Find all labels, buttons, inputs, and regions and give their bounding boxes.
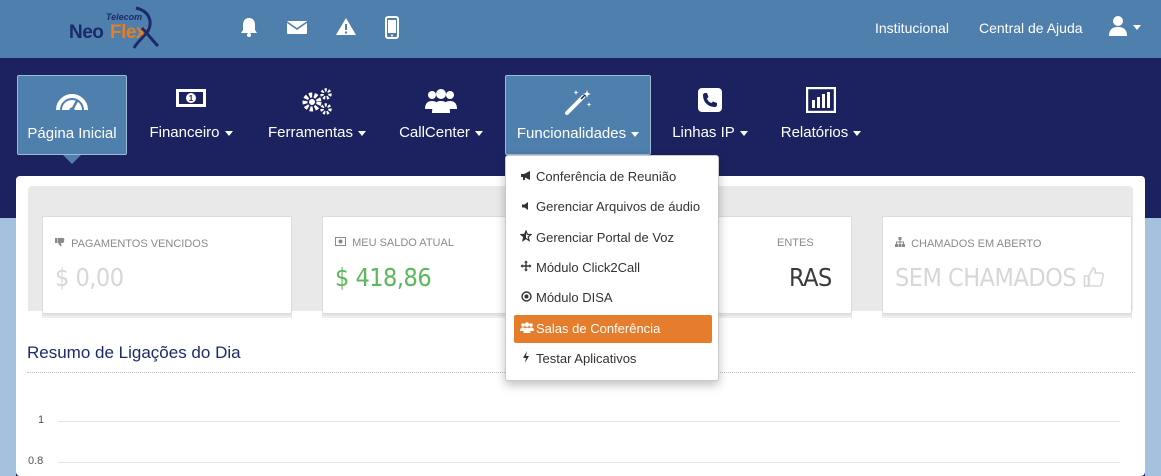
menu-item-click2call[interactable]: Módulo Click2Call	[514, 254, 712, 282]
chart-tick-1: 1	[38, 414, 45, 426]
money-icon	[335, 237, 346, 246]
overdue-payments-title: Pagamentos vencidos	[71, 238, 209, 250]
top-bar: Telecom Neo Flex Institucional Central d…	[0, 0, 1161, 58]
chevron-down-icon	[358, 130, 367, 136]
dot-circle-icon	[520, 285, 532, 313]
neoflex-logo[interactable]: Telecom Neo Flex	[66, 6, 166, 50]
nav-label-callcenter: CallCenter	[399, 124, 470, 141]
calls-summary-title: Resumo de Ligações do Dia	[27, 343, 241, 362]
user-menu-button[interactable]	[1108, 15, 1144, 41]
warning-icon[interactable]	[335, 16, 357, 40]
bullhorn-icon	[520, 164, 532, 192]
nav-item-financeiro[interactable]: 1 Financeiro	[140, 75, 242, 155]
gears-icon	[302, 88, 332, 115]
thumbs-down-icon	[55, 238, 65, 247]
arrows-icon	[520, 255, 532, 283]
envelope-icon[interactable]	[286, 16, 308, 40]
dashboard-icon	[56, 94, 88, 113]
chevron-down-icon	[224, 130, 233, 136]
magic-icon	[565, 90, 592, 115]
chevron-down-icon	[474, 130, 483, 136]
nav-item-ferramentas[interactable]: Ferramentas	[260, 75, 374, 155]
bolt-icon	[520, 346, 532, 374]
svg-text:1: 1	[189, 94, 194, 103]
nav-label-ferramentas: Ferramentas	[267, 124, 354, 141]
balance-title: Meu saldo atual	[352, 237, 454, 249]
menu-item-label: Testar Aplicativos	[536, 351, 637, 366]
partial-card-value: RAS	[789, 263, 832, 292]
funcionalidades-dropdown: Conferência de Reunião Gerenciar Arquivo…	[505, 155, 719, 381]
nav-item-funcionalidades[interactable]: Funcionalidades	[505, 75, 651, 155]
overdue-payments-card: Pagamentos vencidos $ 0,00	[42, 216, 292, 314]
nav-label-home: Página Inicial	[27, 125, 117, 142]
star-half-icon	[519, 225, 533, 253]
overdue-payments-value: $ 0,00	[55, 263, 124, 292]
institucional-link[interactable]: Institucional	[875, 20, 949, 36]
nav-label-funcionalidades: Funcionalidades	[516, 125, 627, 142]
nav-item-linhas-ip[interactable]: Linhas IP	[666, 75, 754, 155]
nav-item-relatorios[interactable]: Relatórios	[773, 75, 869, 155]
background-strip-right	[1145, 218, 1161, 476]
open-tickets-value: SEM CHAMADOS	[895, 263, 1077, 292]
open-tickets-card: Chamados em aberto SEM CHAMADOS	[882, 216, 1132, 314]
chevron-down-icon	[1133, 25, 1141, 30]
chart-tick-0-8: 0.8	[28, 455, 44, 467]
nav-item-home[interactable]: Página Inicial	[17, 75, 127, 155]
nav-item-callcenter[interactable]: CallCenter	[392, 75, 490, 155]
money-icon: 1	[176, 89, 206, 107]
active-nav-pointer	[63, 155, 81, 164]
mobile-icon[interactable]	[384, 16, 406, 40]
bell-icon[interactable]	[238, 16, 260, 40]
menu-item-label: Conferência de Reunião	[536, 169, 677, 184]
menu-item-disa[interactable]: Módulo DISA	[514, 284, 712, 312]
sitemap-icon	[895, 237, 905, 247]
logo-swoosh-icon	[132, 6, 160, 49]
nav-label-linhas-ip: Linhas IP	[672, 124, 735, 141]
balance-value: $ 418,86	[335, 263, 432, 292]
phone-icon	[698, 88, 722, 112]
background-strip-left	[0, 218, 16, 476]
menu-item-label: Salas de Conferência	[536, 321, 661, 336]
nav-label-financeiro: Financeiro	[149, 124, 220, 141]
menu-item-label: Gerenciar Arquivos de áudio	[536, 199, 701, 214]
chevron-down-icon	[631, 131, 640, 137]
partial-card-title: ENTES	[777, 237, 814, 249]
chevron-down-icon	[853, 130, 862, 136]
menu-item-portal-voz[interactable]: Gerenciar Portal de Voz	[514, 224, 712, 252]
users-icon	[425, 89, 457, 113]
help-center-link[interactable]: Central de Ajuda	[979, 20, 1083, 36]
logo-neo-text: Neo	[69, 22, 104, 43]
menu-item-salas-conferencia[interactable]: Salas de Conferência	[514, 315, 712, 343]
menu-item-arquivos-audio[interactable]: Gerenciar Arquivos de áudio	[514, 193, 712, 221]
menu-item-conferencia-reuniao[interactable]: Conferência de Reunião	[514, 163, 712, 191]
menu-item-testar-aplicativos[interactable]: Testar Aplicativos	[514, 345, 712, 373]
users-icon	[520, 316, 534, 344]
chevron-down-icon	[739, 130, 748, 136]
menu-item-label: Módulo DISA	[536, 290, 613, 305]
nav-label-relatorios: Relatórios	[780, 124, 849, 141]
chart-gridline	[58, 462, 1120, 463]
user-icon	[1109, 16, 1127, 36]
chart-gridline	[58, 421, 1120, 422]
volume-icon	[520, 194, 532, 222]
menu-item-label: Gerenciar Portal de Voz	[536, 230, 675, 245]
menu-item-label: Módulo Click2Call	[536, 260, 641, 275]
bar-chart-icon	[806, 87, 836, 113]
open-tickets-title: Chamados em aberto	[911, 238, 1042, 250]
thumbs-up-icon	[1083, 267, 1104, 287]
